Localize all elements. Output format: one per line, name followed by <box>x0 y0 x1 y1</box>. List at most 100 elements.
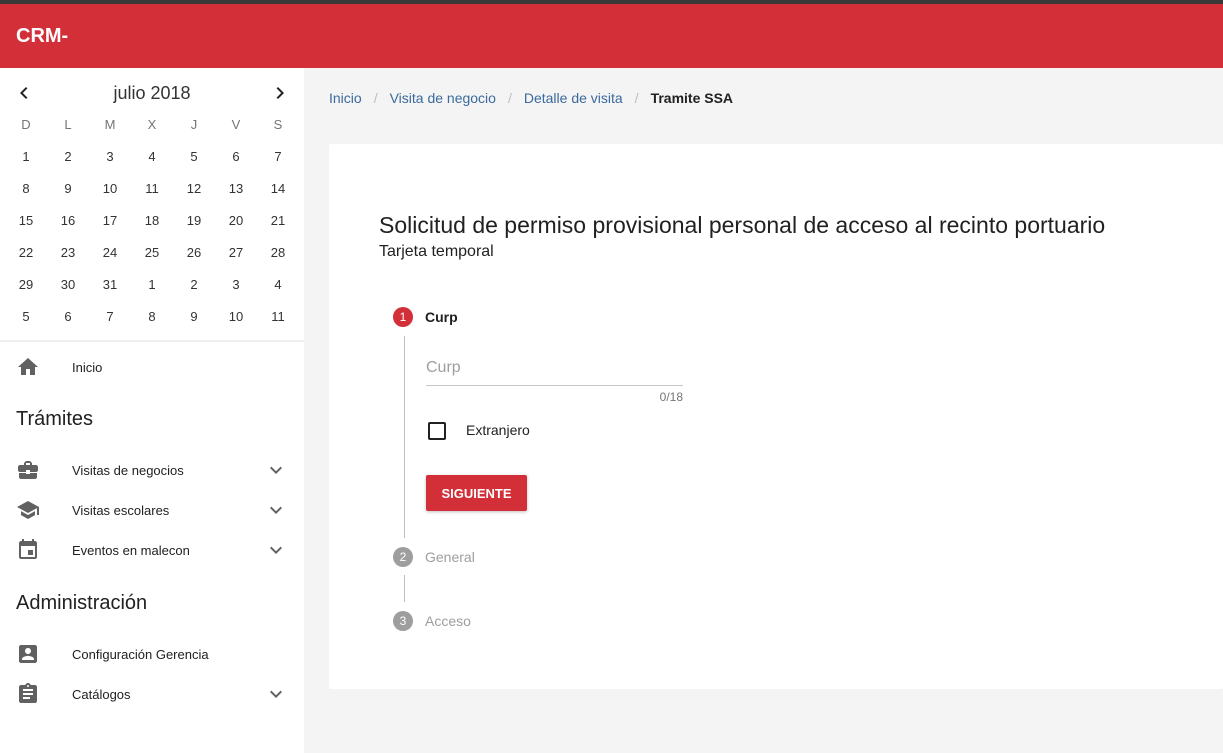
calendar-day[interactable]: 7 <box>257 149 299 164</box>
curp-field <box>426 352 683 386</box>
weekday-label: S <box>273 116 283 132</box>
calendar-day[interactable]: 30 <box>47 277 89 292</box>
home-icon <box>18 358 38 375</box>
app-title: CRM- <box>16 24 69 47</box>
breadcrumb-detalle-visita[interactable]: Detalle de visita <box>524 90 623 106</box>
step-number-1: 1 <box>393 307 413 327</box>
calendar-day[interactable]: 2 <box>173 277 215 292</box>
form-title: Solicitud de permiso provisional persona… <box>379 212 1106 238</box>
weekday-label: D <box>21 116 31 132</box>
calendar-day[interactable]: 28 <box>257 245 299 260</box>
step-label-acceso[interactable]: Acceso <box>425 613 471 629</box>
calendar-day[interactable]: 11 <box>131 181 173 196</box>
section-title-tramites: Trámites <box>16 408 94 430</box>
calendar-day[interactable]: 11 <box>257 309 299 324</box>
sidebar-item-configuracion-gerencia[interactable]: Configuración Gerencia <box>0 634 304 674</box>
calendar-day[interactable]: 13 <box>215 181 257 196</box>
breadcrumb: Inicio / Visita de negocio / Detalle de … <box>329 90 733 106</box>
calendar-month-label: julio 2018 <box>113 83 191 103</box>
calendar-day[interactable]: 3 <box>89 149 131 164</box>
calendar-day[interactable]: 23 <box>47 245 89 260</box>
curp-input[interactable] <box>426 352 683 384</box>
calendar-divider <box>0 340 304 342</box>
calendar-day[interactable]: 20 <box>215 213 257 228</box>
siguiente-button[interactable]: SIGUIENTE <box>426 475 527 511</box>
calendar-day[interactable]: 26 <box>173 245 215 260</box>
sidebar-item-visitas-escolares[interactable]: Visitas escolares <box>0 490 304 530</box>
calendar-day[interactable]: 31 <box>89 277 131 292</box>
breadcrumb-inicio[interactable]: Inicio <box>329 90 362 106</box>
step-label-general[interactable]: General <box>425 549 475 565</box>
calendar-day[interactable]: 8 <box>131 309 173 324</box>
chevron-down-icon[interactable] <box>264 498 288 522</box>
sidebar: julio 2018 D L M X J V S 1 2 3 4 5 6 7 8 9 10 11 12… <box>0 68 304 753</box>
extranjero-checkbox[interactable] <box>428 422 446 440</box>
calendar-day[interactable]: 4 <box>257 277 299 292</box>
breadcrumb-separator: / <box>373 90 378 106</box>
sidebar-item-catalogos[interactable]: Catálogos <box>0 674 304 714</box>
sidebar-item-label: Catálogos <box>72 686 131 702</box>
calendar-day[interactable]: 15 <box>5 213 47 228</box>
calendar-day[interactable]: 6 <box>47 309 89 324</box>
calendar-event-icon <box>19 539 37 559</box>
form-subtitle: Tarjeta temporal <box>379 243 494 260</box>
app-bar: CRM- <box>0 4 1223 68</box>
calendar-day[interactable]: 16 <box>47 213 89 228</box>
sidebar-item-label: Inicio <box>72 359 103 375</box>
calendar-day[interactable]: 22 <box>5 245 47 260</box>
sidebar-item-label: Visitas de negocios <box>72 462 184 478</box>
calendar-day[interactable]: 12 <box>173 181 215 196</box>
calendar-day[interactable]: 5 <box>173 149 215 164</box>
calendar-day[interactable]: 10 <box>89 181 131 196</box>
calendar-day[interactable]: 9 <box>47 181 89 196</box>
calendar-day[interactable]: 1 <box>131 277 173 292</box>
calendar-day[interactable]: 6 <box>215 149 257 164</box>
section-title-administracion: Administración <box>16 592 148 614</box>
sidebar-item-visitas-negocios[interactable]: Visitas de negocios <box>0 450 304 490</box>
calendar-day[interactable]: 4 <box>131 149 173 164</box>
calendar-day[interactable]: 5 <box>5 309 47 324</box>
calendar-day[interactable]: 21 <box>257 213 299 228</box>
calendar-day[interactable]: 24 <box>89 245 131 260</box>
calendar-day[interactable]: 14 <box>257 181 299 196</box>
calendar-day[interactable]: 27 <box>215 245 257 260</box>
sidebar-item-label: Eventos en malecon <box>72 542 190 558</box>
extranjero-label[interactable]: Extranjero <box>466 422 530 438</box>
weekday-label: M <box>104 116 116 132</box>
sidebar-item-eventos-malecon[interactable]: Eventos en malecon <box>0 530 304 570</box>
calendar-day[interactable]: 29 <box>5 277 47 292</box>
clipboard-icon <box>19 683 37 703</box>
calendar-day[interactable]: 18 <box>131 213 173 228</box>
calendar-day[interactable]: 17 <box>89 213 131 228</box>
weekday-label: V <box>231 116 241 132</box>
calendar-day[interactable]: 9 <box>173 309 215 324</box>
account-box-icon <box>19 645 37 663</box>
calendar-grid: D L M X J V S 1 2 3 4 5 6 7 8 9 10 11 12 13 14 15 16 17 1… <box>5 110 299 332</box>
breadcrumb-visita-negocio[interactable]: Visita de negocio <box>390 90 496 106</box>
calendar-week: 15 16 17 18 19 20 21 <box>5 204 299 236</box>
calendar-weekdays: D L M X J V S <box>5 108 299 140</box>
calendar-day[interactable]: 1 <box>5 149 47 164</box>
calendar-day[interactable]: 3 <box>215 277 257 292</box>
calendar-day[interactable]: 19 <box>173 213 215 228</box>
school-icon <box>17 501 39 519</box>
chevron-down-icon[interactable] <box>264 458 288 482</box>
calendar-weeks: 1 2 3 4 5 6 7 8 9 10 11 12 13 14 15 16 17 18 19 20 21 22 23 24 2… <box>5 140 299 332</box>
chevron-down-icon[interactable] <box>264 538 288 562</box>
calendar-week: 5 6 7 8 9 10 11 <box>5 300 299 332</box>
calendar-day[interactable]: 10 <box>215 309 257 324</box>
step-number-2: 2 <box>393 547 413 567</box>
stepper-connector <box>404 336 405 538</box>
weekday-label: L <box>64 116 72 132</box>
breadcrumb-current: Tramite SSA <box>650 90 734 106</box>
calendar-day[interactable]: 2 <box>47 149 89 164</box>
weekday-label: X <box>147 116 157 132</box>
step-label-curp[interactable]: Curp <box>425 309 458 325</box>
weekday-label: J <box>190 116 198 132</box>
chevron-right-icon[interactable] <box>268 81 292 105</box>
chevron-down-icon[interactable] <box>264 682 288 706</box>
calendar-day[interactable]: 7 <box>89 309 131 324</box>
calendar-day[interactable]: 25 <box>131 245 173 260</box>
sidebar-item-inicio[interactable]: Inicio <box>0 347 304 387</box>
calendar-day[interactable]: 8 <box>5 181 47 196</box>
